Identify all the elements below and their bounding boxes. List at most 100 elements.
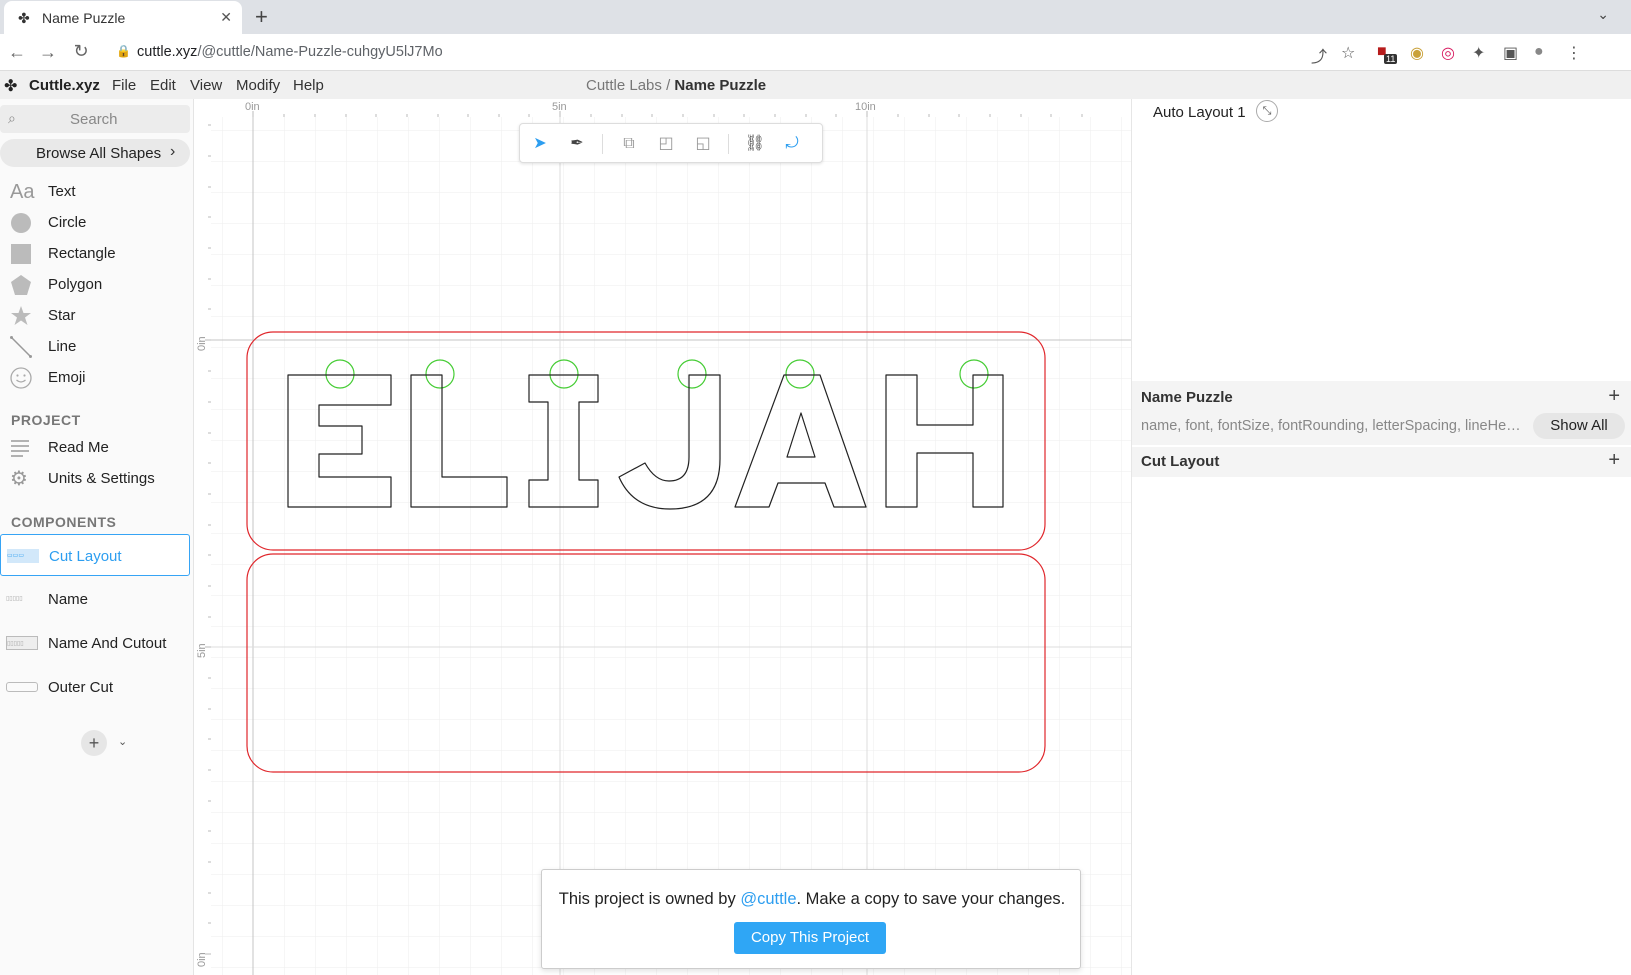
breadcrumb-parent[interactable]: Cuttle Labs (586, 77, 662, 94)
browser-menu-icon[interactable]: ⋮ (1566, 43, 1582, 63)
menu-file[interactable]: File (112, 77, 136, 94)
design-canvas[interactable]: 0in 5in 10in 0in 5in 0in ➤ ✒ ⧉ ◰ ◱ ⛓ ⤾ T… (195, 99, 1131, 975)
shape-star[interactable]: Star (0, 301, 190, 331)
pen-tool-icon[interactable]: ✒ (565, 132, 589, 156)
left-sidebar: ⌕ Search Browse All Shapes › Aa Text Cir… (0, 99, 194, 975)
ruler-left (195, 117, 211, 975)
component-outer-cut[interactable]: Outer Cut (0, 666, 190, 708)
components-section-header: COMPONENTS (11, 514, 117, 530)
back-icon[interactable]: ← (4, 42, 30, 63)
section-name-puzzle: Name Puzzle + name, font, fontSize, font… (1132, 381, 1631, 445)
shape-emoji[interactable]: Emoji (0, 363, 190, 393)
ruler-x-label-0: 0in (245, 101, 260, 113)
auto-layout-toggle-icon[interactable]: ⤡ (1256, 100, 1278, 122)
search-placeholder: Search (70, 111, 118, 128)
toolbar-divider (728, 134, 729, 154)
url-host: cuttle.xyz (137, 44, 198, 60)
boolean-intersect-icon[interactable]: ◱ (691, 132, 715, 156)
share-icon[interactable]: ⤴ (1311, 43, 1327, 67)
document-icon (11, 440, 29, 457)
ruler-x-label-5: 5in (552, 101, 567, 113)
ruler-y-label-5: 5in (196, 643, 208, 658)
cuttle-logo-icon[interactable]: ✤ (4, 76, 17, 96)
edit-geometry-icon[interactable]: ⛓ (743, 132, 767, 156)
shape-label: Polygon (48, 276, 103, 293)
browse-all-shapes-button[interactable]: Browse All Shapes › (0, 139, 190, 167)
side-panel-icon[interactable]: ▣ (1503, 43, 1518, 63)
component-thumbnail: ▯▯▯▯▯ (6, 596, 23, 602)
show-all-button[interactable]: Show All (1533, 413, 1625, 439)
ruler-top (195, 99, 1131, 117)
component-cut-layout[interactable]: ▭▭▭ Cut Layout (0, 534, 190, 576)
shape-rectangle[interactable]: Rectangle (0, 239, 190, 269)
shape-text[interactable]: Aa Text (0, 177, 190, 207)
lock-icon[interactable]: 🔒 (116, 44, 131, 58)
project-item-read-me[interactable]: Read Me (0, 433, 190, 463)
shape-label: Circle (48, 214, 87, 231)
menu-help[interactable]: Help (293, 77, 324, 94)
puzzle-extensions-icon[interactable]: ✦ (1472, 43, 1485, 63)
component-label: Name (48, 591, 89, 608)
globe-extension-icon[interactable]: ◉ (1410, 43, 1424, 63)
menu-modify[interactable]: Modify (236, 77, 280, 94)
record-extension-icon[interactable]: ◎ (1441, 43, 1455, 63)
component-thumbnail (6, 682, 38, 692)
snap-tool-icon[interactable]: ⤾ (780, 132, 804, 156)
component-label: Cut Layout (49, 548, 122, 565)
section-title: Cut Layout (1141, 453, 1220, 470)
menu-view[interactable]: View (190, 77, 222, 94)
add-parameter-icon[interactable]: + (1608, 385, 1620, 408)
new-tab-icon[interactable]: + (255, 4, 268, 30)
parameter-list[interactable]: name, font, fontSize, fontRounding, lett… (1141, 418, 1521, 434)
right-inspector-panel: Auto Layout 1 ⤡ Name Puzzle + name, font… (1131, 99, 1631, 975)
close-tab-icon[interactable]: ✕ (220, 9, 232, 26)
copy-project-button[interactable]: Copy This Project (734, 922, 886, 954)
component-label: Outer Cut (48, 679, 114, 696)
add-component-button[interactable]: + (81, 730, 107, 756)
url-path: /@cuttle/Name-Puzzle-cuhgyU5lJ7Mo (197, 44, 443, 60)
search-input[interactable]: ⌕ Search (0, 105, 190, 133)
extension-badge: 11 (1384, 54, 1398, 64)
ownership-notice: This project is owned by @cuttle. Make a… (541, 869, 1081, 969)
select-tool-icon[interactable]: ➤ (528, 132, 552, 156)
add-parameter-icon[interactable]: + (1608, 449, 1620, 472)
auto-layout-label: Auto Layout 1 (1153, 104, 1246, 121)
breadcrumb-separator: / (666, 77, 671, 94)
boolean-difference-icon[interactable]: ◰ (654, 132, 678, 156)
component-name[interactable]: ▯▯▯▯▯ Name (0, 578, 190, 620)
breadcrumb: Cuttle Labs / Name Puzzle (586, 77, 766, 94)
address-bar[interactable]: cuttle.xyz/@cuttle/Name-Puzzle-cuhgyU5lJ… (137, 44, 443, 60)
text-icon: Aa (10, 181, 35, 203)
emoji-icon (10, 367, 32, 389)
boolean-union-icon[interactable]: ⧉ (617, 132, 641, 156)
line-icon (10, 336, 32, 358)
browser-tab[interactable]: ✤ Name Puzzle ✕ (4, 1, 242, 34)
shape-label: Rectangle (48, 245, 116, 262)
component-thumbnail: ▯▯▯▯▯ (6, 636, 38, 650)
cuttle-favicon-icon: ✤ (18, 9, 30, 26)
forward-icon[interactable]: → (35, 42, 61, 63)
shape-label: Line (48, 338, 77, 355)
app-name[interactable]: Cuttle.xyz (29, 77, 100, 94)
circle-icon (11, 213, 31, 233)
gear-icon: ⚙ (10, 468, 28, 490)
message-text: . Make a copy to save your changes. (796, 890, 1066, 908)
owner-link[interactable]: @cuttle (740, 890, 796, 908)
ruler-y-label-10: 0in (196, 952, 208, 967)
shape-line[interactable]: Line (0, 332, 190, 362)
tab-search-icon[interactable]: ⌄ (1597, 6, 1609, 23)
shape-circle[interactable]: Circle (0, 208, 190, 238)
shape-label: Star (48, 307, 76, 324)
menu-edit[interactable]: Edit (150, 77, 176, 94)
profile-avatar-icon[interactable]: ● (1534, 43, 1544, 61)
chevron-down-icon[interactable]: ⌄ (118, 735, 127, 748)
canvas-drawing[interactable]: 0in 5in 10in 0in 5in 0in (195, 99, 1131, 975)
breadcrumb-current: Name Puzzle (674, 77, 767, 94)
shape-label: Emoji (48, 369, 86, 386)
project-item-units-settings[interactable]: ⚙ Units & Settings (0, 464, 190, 494)
ownership-message: This project is owned by @cuttle. Make a… (542, 890, 1082, 909)
shape-polygon[interactable]: Polygon (0, 270, 190, 300)
component-name-and-cutout[interactable]: ▯▯▯▯▯ Name And Cutout (0, 622, 190, 664)
bookmark-star-icon[interactable]: ☆ (1341, 43, 1355, 63)
reload-icon[interactable]: ↻ (68, 41, 94, 62)
